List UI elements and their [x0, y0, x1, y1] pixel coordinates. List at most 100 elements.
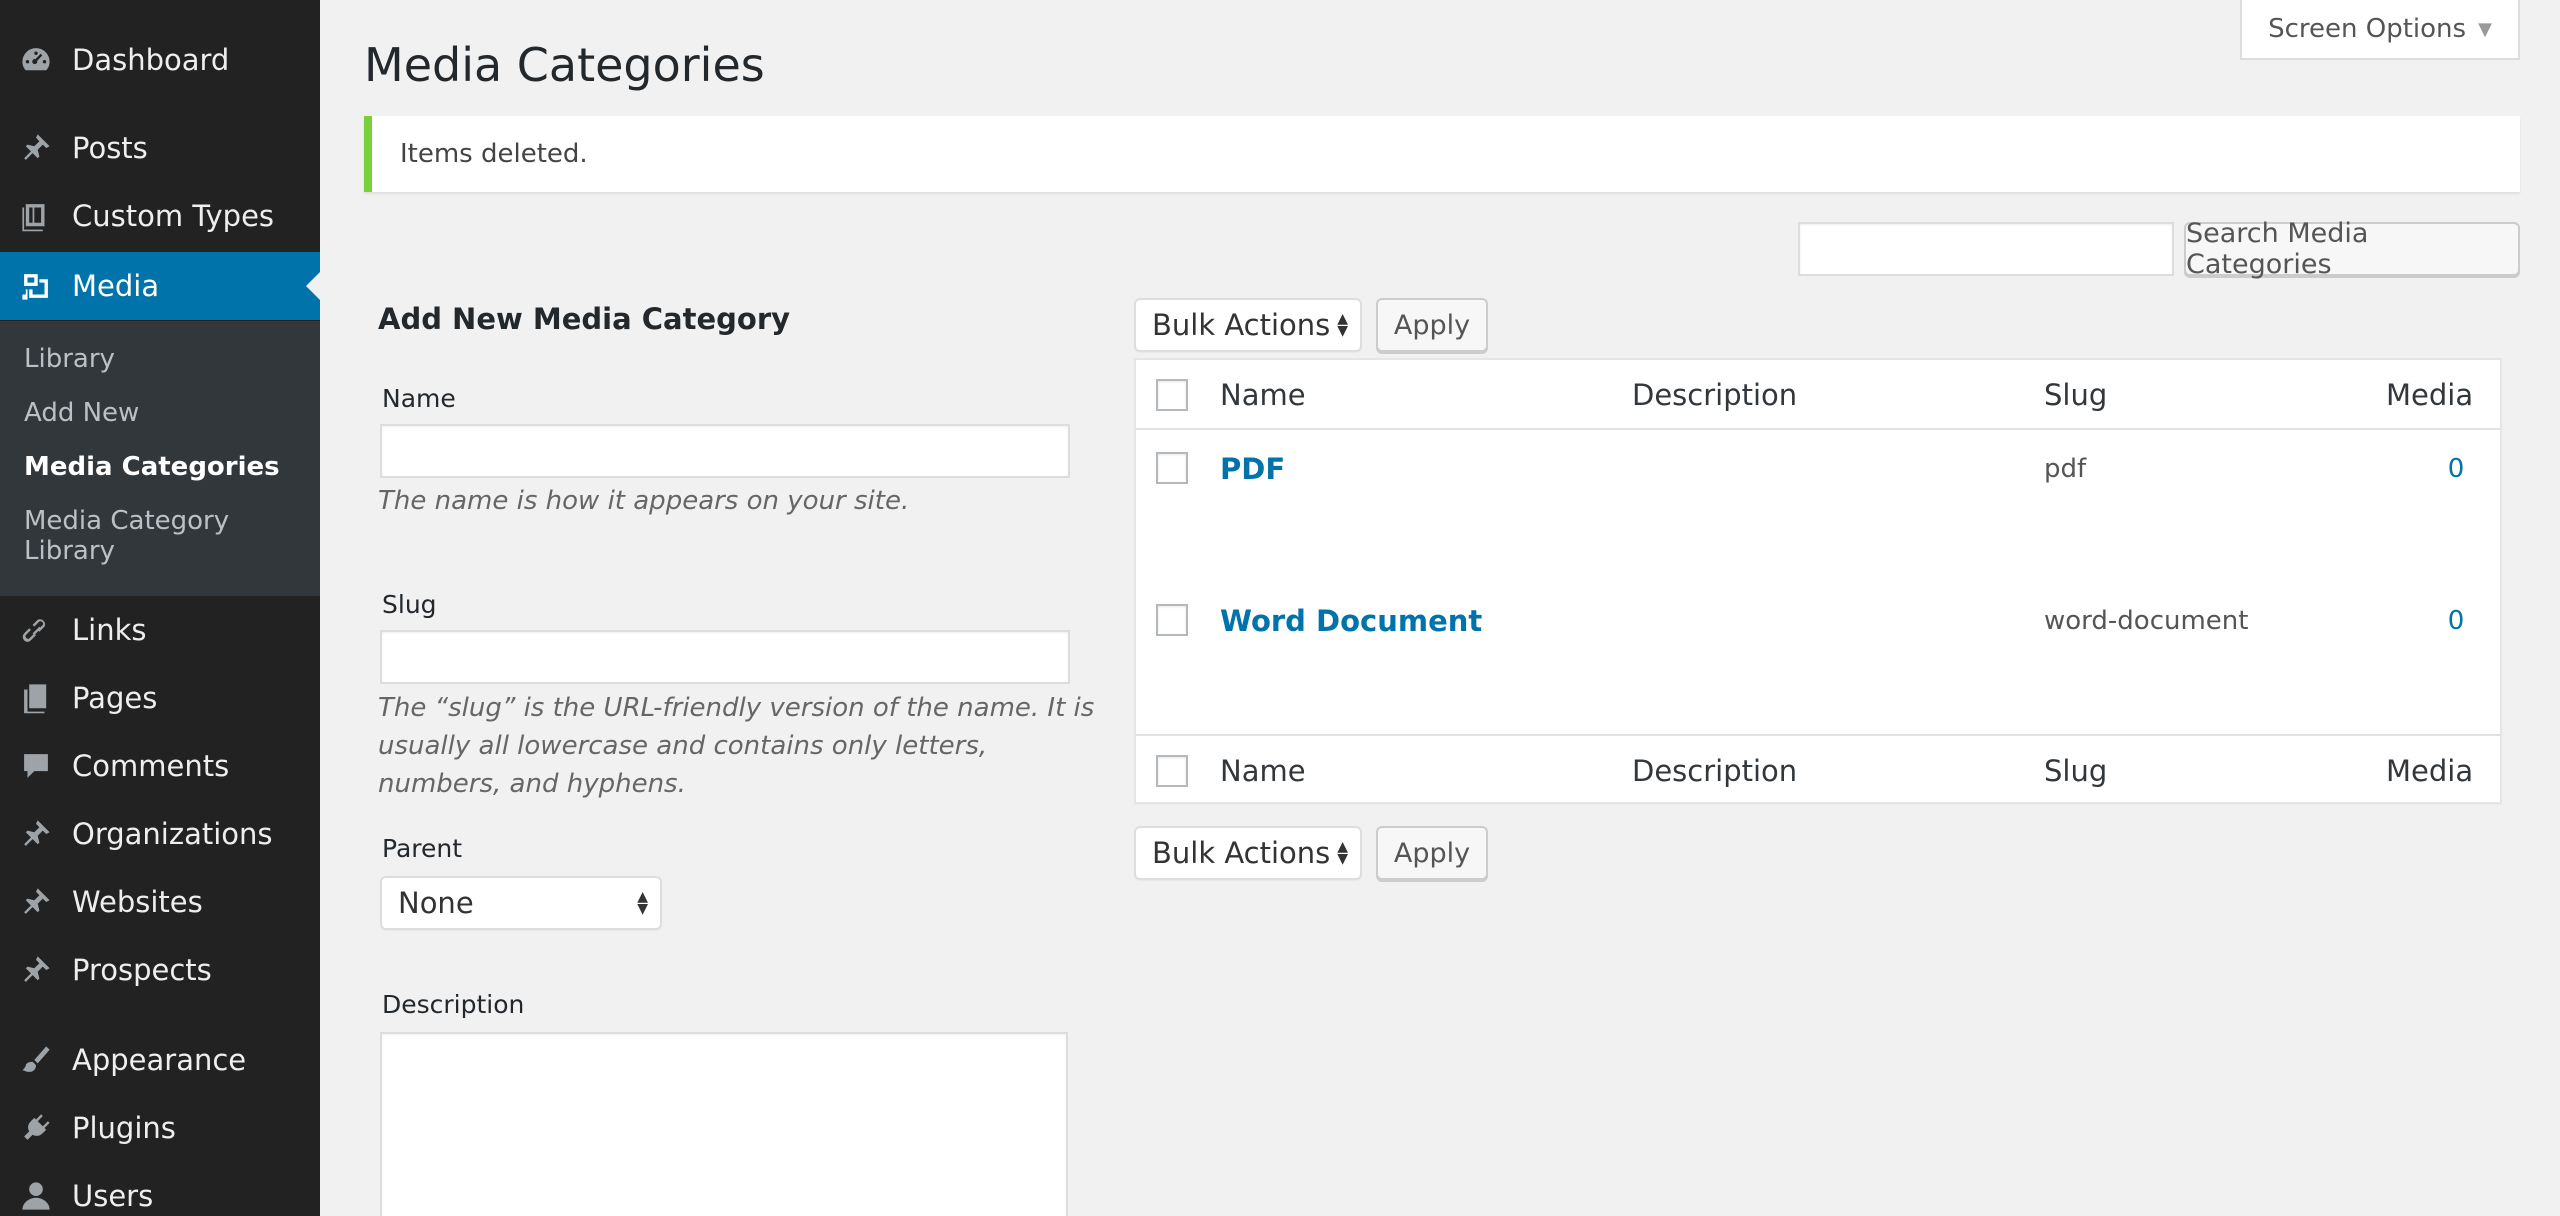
media-icon [0, 269, 72, 303]
row-media-count[interactable]: 0 [2426, 606, 2486, 636]
menu-label: Media [72, 269, 160, 303]
menu-item-users[interactable]: Users [0, 1162, 320, 1216]
categories-table: Name Description Slug Media PDF pdf 0 Wo… [1134, 358, 2502, 804]
slug-label: Slug [382, 590, 437, 619]
menu-item-plugins[interactable]: Plugins [0, 1094, 320, 1162]
row-slug: pdf [2044, 454, 2087, 484]
menu-item-posts[interactable]: Posts [0, 114, 320, 182]
menu-label: Organizations [72, 817, 273, 851]
name-field[interactable] [380, 424, 1070, 478]
row-name-link[interactable]: PDF [1220, 452, 1285, 486]
link-icon [0, 613, 72, 647]
bulk-actions-label: Bulk Actions [1152, 308, 1331, 342]
menu-item-custom-types[interactable]: Custom Types [0, 182, 320, 250]
row-media-count[interactable]: 0 [2426, 454, 2486, 484]
menu-item-websites[interactable]: Websites [0, 868, 320, 936]
slug-field[interactable] [380, 630, 1070, 684]
menu-item-dashboard[interactable]: Dashboard [0, 26, 320, 94]
parent-label: Parent [382, 834, 463, 863]
menu-item-organizations[interactable]: Organizations [0, 800, 320, 868]
menu-label: Custom Types [72, 199, 275, 233]
menu-label: Appearance [72, 1043, 247, 1077]
column-description[interactable]: Description [1632, 736, 1797, 806]
menu-label: Posts [72, 131, 148, 165]
parent-select-value: None [398, 886, 474, 920]
menu-label: Plugins [72, 1111, 176, 1145]
description-textarea[interactable] [380, 1032, 1068, 1216]
select-arrows-icon: ▲ ▼ [637, 889, 648, 917]
current-indicator [306, 272, 320, 300]
menu-label: Users [72, 1179, 154, 1213]
table-footer: Name Description Slug Media [1136, 734, 2500, 804]
select-arrows-icon: ▲ ▼ [1337, 839, 1348, 867]
menu-item-media[interactable]: Media [0, 252, 320, 320]
user-icon [0, 1179, 72, 1213]
column-media[interactable]: Media [2386, 736, 2473, 806]
menu-label: Pages [72, 681, 158, 715]
bulk-actions-select-top[interactable]: Bulk Actions ▲ ▼ [1134, 298, 1362, 352]
menu-label: Links [72, 613, 147, 647]
search-input[interactable] [1798, 222, 2174, 276]
dashboard-icon [0, 43, 72, 77]
menu-label: Dashboard [72, 43, 230, 77]
notice-text: Items deleted. [400, 139, 588, 169]
form-title: Add New Media Category [378, 302, 791, 336]
triangle-down-icon: ▼ [2478, 18, 2492, 40]
paintbrush-icon [0, 1043, 72, 1077]
apply-button-bottom[interactable]: Apply [1376, 826, 1488, 880]
success-notice: Items deleted. [364, 116, 2520, 192]
select-all-checkbox[interactable] [1156, 379, 1188, 411]
pushpin-icon [0, 131, 72, 165]
column-slug[interactable]: Slug [2044, 360, 2107, 430]
search-button[interactable]: Search Media Categories [2184, 218, 2520, 280]
table-row: PDF pdf 0 [1136, 430, 2500, 582]
submenu-media-categories[interactable]: Media Categories [24, 452, 280, 482]
menu-item-pages[interactable]: Pages [0, 664, 320, 732]
menu-item-links[interactable]: Links [0, 596, 320, 664]
media-submenu: Library Add New Media Categories Media C… [0, 321, 320, 596]
pages-icon [0, 681, 72, 715]
submenu-media-category-library[interactable]: Media Category Library [24, 506, 229, 566]
name-label: Name [382, 384, 456, 413]
row-name-link[interactable]: Word Document [1220, 604, 1482, 638]
pushpin-icon [0, 817, 72, 851]
submenu-label-line1: Media Category [24, 506, 230, 536]
column-slug[interactable]: Slug [2044, 736, 2107, 806]
slug-help-text: The “slug” is the URL-friendly version o… [378, 693, 1095, 799]
menu-item-prospects[interactable]: Prospects [0, 936, 320, 1004]
screen-options-button[interactable]: Screen Options ▼ [2240, 0, 2520, 60]
screen-options-label: Screen Options [2268, 14, 2467, 44]
bulk-actions-label: Bulk Actions [1152, 836, 1331, 870]
column-description[interactable]: Description [1632, 360, 1797, 430]
column-name[interactable]: Name [1220, 736, 1306, 806]
submenu-library[interactable]: Library [24, 344, 115, 374]
apply-button-top[interactable]: Apply [1376, 298, 1488, 352]
table-row: Word Document word-document 0 [1136, 582, 2500, 734]
table-header: Name Description Slug Media [1136, 360, 2500, 430]
description-label: Description [382, 990, 525, 1019]
column-media[interactable]: Media [2386, 360, 2473, 430]
custom-types-icon [0, 199, 72, 233]
parent-select[interactable]: None ▲ ▼ [380, 876, 662, 930]
submenu-label-line2: Library [24, 536, 115, 566]
menu-label: Websites [72, 885, 203, 919]
submenu-add-new[interactable]: Add New [24, 398, 139, 428]
bulk-actions-select-bottom[interactable]: Bulk Actions ▲ ▼ [1134, 826, 1362, 880]
menu-label: Prospects [72, 953, 212, 987]
row-checkbox[interactable] [1156, 604, 1188, 636]
pushpin-icon [0, 953, 72, 987]
comment-icon [0, 749, 72, 783]
row-slug: word-document [2044, 606, 2249, 636]
page-title: Media Categories [364, 38, 765, 92]
column-name[interactable]: Name [1220, 360, 1306, 430]
menu-label: Comments [72, 749, 230, 783]
pushpin-icon [0, 885, 72, 919]
plugin-icon [0, 1111, 72, 1145]
row-checkbox[interactable] [1156, 452, 1188, 484]
select-all-checkbox-footer[interactable] [1156, 755, 1188, 787]
select-arrows-icon: ▲ ▼ [1337, 311, 1348, 339]
name-help-text: The name is how it appears on your site. [378, 486, 910, 516]
menu-item-appearance[interactable]: Appearance [0, 1026, 320, 1094]
admin-sidebar: Dashboard Posts Custom Types Media Libra… [0, 0, 320, 1216]
menu-item-comments[interactable]: Comments [0, 732, 320, 800]
